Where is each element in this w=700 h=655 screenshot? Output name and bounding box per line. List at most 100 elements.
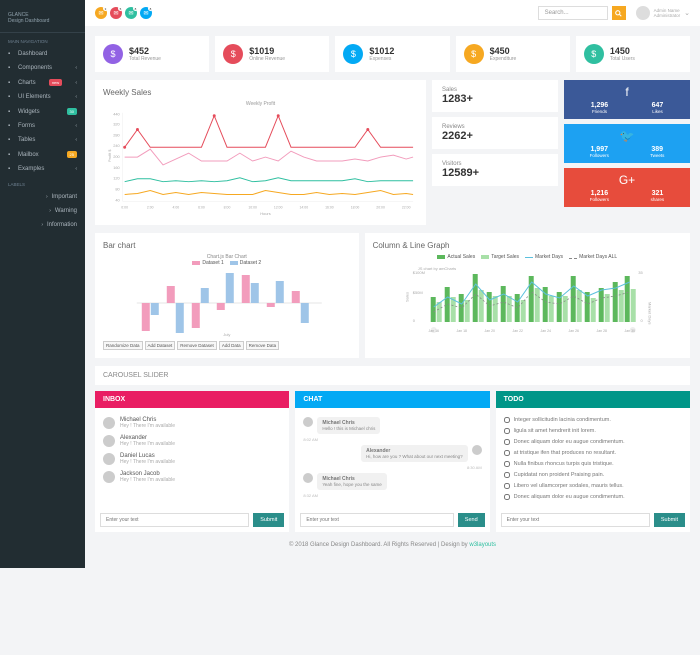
stat-value: 1450 <box>610 46 635 56</box>
search-button[interactable] <box>612 6 626 20</box>
todo-input[interactable] <box>501 513 650 527</box>
chart-action-button[interactable]: Add Data <box>219 341 244 350</box>
kpi-value: 2262+ <box>442 130 548 142</box>
todo-text: Nulla finibus rhoncus turpis quis tristi… <box>514 461 614 467</box>
app-subtitle: Design Dashboard <box>8 18 77 24</box>
svg-text:6:00: 6:00 <box>198 205 205 209</box>
svg-text:10:00: 10:00 <box>248 205 257 209</box>
todo-checkbox[interactable] <box>504 472 510 478</box>
nav-label: Important <box>52 194 77 200</box>
todo-text: ligula sit amet hendrerit init lorem. <box>514 428 596 434</box>
todo-checkbox[interactable] <box>504 483 510 489</box>
avatar <box>103 417 115 429</box>
chart-action-button[interactable]: Randomize Data <box>103 341 143 350</box>
nav-item-dashboard[interactable]: ▪ Dashboard <box>0 47 85 61</box>
inbox-submit-button[interactable]: Submit <box>253 513 284 527</box>
chevron-left-icon: ‹ <box>75 80 77 86</box>
footer: © 2018 Glance Design Dashboard. All Righ… <box>95 532 690 558</box>
stat-value: $452 <box>129 46 161 56</box>
nav-label: Dashboard <box>18 51 47 57</box>
kpi-column: Sales1283+ Reviews2262+ Visitors12589+ <box>432 80 558 225</box>
nav-item-components[interactable]: ▪Components‹ <box>0 61 85 75</box>
nav-icon: ▪ <box>8 137 14 143</box>
legend: Actual Sales Target Sales Market Days Ma… <box>373 254 682 260</box>
nav-item-tables[interactable]: ▪Tables‹ <box>0 133 85 147</box>
nav-item-charts[interactable]: ▪Chartsnew‹ <box>0 75 85 90</box>
svg-text:20:00: 20:00 <box>376 205 385 209</box>
chat-send-button[interactable]: Send <box>458 513 485 527</box>
stat-card: $$1019Online Revenue <box>215 36 329 72</box>
search-input[interactable]: Search... <box>538 6 608 20</box>
nav-item-forms[interactable]: ▪Forms‹ <box>0 119 85 133</box>
notification-icon[interactable]: ✉8 <box>140 7 152 19</box>
nav-label: Mailbox <box>18 152 39 158</box>
notification-icon[interactable]: ✉8 <box>125 7 137 19</box>
svg-text:22:00: 22:00 <box>402 205 411 209</box>
avatar <box>472 445 482 455</box>
todo-text: Cupidatat non proident Praising pain. <box>514 472 605 478</box>
nav-icon: ▪ <box>8 51 14 57</box>
chevron-right-icon: › <box>41 222 43 228</box>
social-card-tw[interactable]: 🐦1,997Followers389Tweets <box>564 124 690 163</box>
chat-input[interactable] <box>300 513 453 527</box>
todo-checkbox[interactable] <box>504 494 510 500</box>
svg-text:280: 280 <box>113 132 120 137</box>
user-menu[interactable]: Admin Name Administrator ⌄ <box>636 6 690 20</box>
notification-icon[interactable]: ✉3 <box>95 7 107 19</box>
carousel-title: CAROUSEL SLIDER <box>95 366 690 385</box>
kpi-box: Sales1283+ <box>432 80 558 112</box>
kpi-box: Visitors12589+ <box>432 154 558 186</box>
footer-link[interactable]: w3layouts <box>469 542 496 548</box>
nav-label-item[interactable]: ›Warning <box>0 204 85 218</box>
chart-action-button[interactable]: Add Dataset <box>145 341 176 350</box>
nav-label-item[interactable]: ›Information <box>0 218 85 232</box>
svg-text:0: 0 <box>412 318 415 323</box>
notification-icon[interactable]: ✉5 <box>110 7 122 19</box>
social-card-fb[interactable]: f1,296Friends647Likes <box>564 80 690 119</box>
nav-label-item[interactable]: ›Important <box>0 190 85 204</box>
inbox-item[interactable]: Michael ChrisHey ! There I'm available <box>103 414 281 432</box>
chart-action-button[interactable]: Remove Dataset <box>177 341 217 350</box>
nav-icon: ▪ <box>8 166 14 172</box>
todo-item: Donec aliquam dolor eu augue condimentum… <box>504 436 682 447</box>
todo-submit-button[interactable]: Submit <box>654 513 685 527</box>
badge-count: 8 <box>148 6 153 11</box>
chart-action-button[interactable]: Remove Data <box>246 341 280 350</box>
inbox-item[interactable]: Daniel LucasHey ! There I'm available <box>103 450 281 468</box>
nav-icon: ▪ <box>8 152 14 158</box>
svg-text:$100M: $100M <box>412 270 424 275</box>
bar-chart: July <box>103 268 351 338</box>
todo-checkbox[interactable] <box>504 428 510 434</box>
nav-item-ui-elements[interactable]: ▪UI Elements‹ <box>0 90 85 104</box>
stat-value: $1019 <box>249 46 285 56</box>
stat-card: $$450Expenditure <box>456 36 570 72</box>
chevron-left-icon: ‹ <box>75 166 77 172</box>
todo-widget: TODO Integer sollicitudin lacinia condim… <box>496 391 690 532</box>
stat-icon: $ <box>103 44 123 64</box>
inbox-item[interactable]: AlexanderHey ! There I'm available <box>103 432 281 450</box>
kpi-box: Reviews2262+ <box>432 117 558 149</box>
todo-text: Donec aliquam dolor eu augue condimentum… <box>514 439 625 445</box>
nav-item-mailbox[interactable]: ▪Mailbox25 <box>0 147 85 162</box>
nav-section-labels: LABELS <box>0 176 85 190</box>
inbox-widget: INBOX Michael ChrisHey ! There I'm avail… <box>95 391 289 532</box>
bar-chart-panel: Bar chart Chart.js Bar Chart Dataset 1 D… <box>95 233 359 358</box>
todo-checkbox[interactable] <box>504 417 510 423</box>
chat-message: Michael ChrisYeah fine, hope you the sam… <box>303 473 481 490</box>
inbox-input[interactable] <box>100 513 249 527</box>
todo-checkbox[interactable] <box>504 439 510 445</box>
stat-card: $$1012Expenses <box>335 36 449 72</box>
social-card-gp[interactable]: G+1,216Followers321shares <box>564 168 690 207</box>
legend: Dataset 1 Dataset 2 <box>103 260 351 266</box>
chat-timestamp: 8:32 AM <box>303 493 481 498</box>
avatar <box>103 435 115 447</box>
chevron-right-icon: › <box>49 208 51 214</box>
todo-checkbox[interactable] <box>504 450 510 456</box>
inbox-item[interactable]: Jackson JacobHey ! There I'm available <box>103 468 281 486</box>
todo-item: Libero vel ullamcorper sodales, mauris t… <box>504 480 682 491</box>
chat-timestamp: 8:30 AM <box>303 465 481 470</box>
stat-label: Total Revenue <box>129 56 161 62</box>
todo-checkbox[interactable] <box>504 461 510 467</box>
nav-item-widgets[interactable]: ▪Widgets30 <box>0 104 85 119</box>
nav-item-examples[interactable]: ▪Examples‹ <box>0 162 85 176</box>
